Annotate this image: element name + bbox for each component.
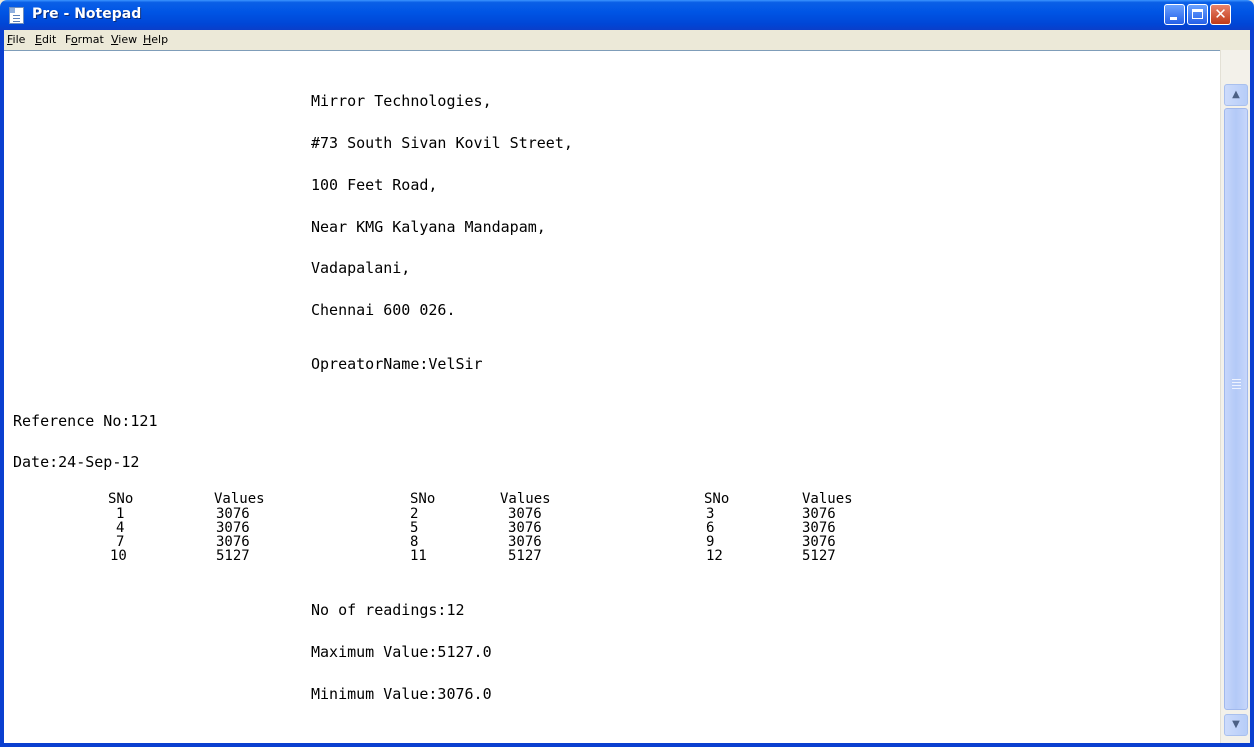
table-cell-sno: 1 bbox=[116, 506, 125, 522]
minimum-value: Minimum Value:3076.0 bbox=[311, 685, 492, 703]
menu-bar: File Edit Format View Help bbox=[4, 30, 1250, 50]
table-cell-sno: 4 bbox=[116, 520, 125, 536]
maximum-value: Maximum Value:5127.0 bbox=[311, 643, 492, 661]
table-cell-value: 5127 bbox=[508, 548, 542, 564]
window-title: Pre - Notepad bbox=[32, 6, 142, 22]
table-cell-sno: 6 bbox=[706, 520, 715, 536]
maximize-button[interactable] bbox=[1187, 4, 1208, 25]
table-cell-value: 5127 bbox=[802, 548, 836, 564]
text-editor[interactable]: Mirror Technologies, #73 South Sivan Kov… bbox=[4, 50, 1220, 743]
table-cell-sno: 10 bbox=[110, 548, 127, 564]
scrollbar-thumb[interactable] bbox=[1224, 108, 1248, 710]
reference-number: Reference No:121 bbox=[13, 412, 158, 430]
table-cell-sno: 12 bbox=[706, 548, 723, 564]
table-header-values-2: Values bbox=[500, 491, 551, 507]
menu-file[interactable]: File bbox=[7, 33, 25, 46]
table-header-values-1: Values bbox=[214, 491, 265, 507]
address-line-3: 100 Feet Road, bbox=[311, 176, 438, 194]
table-cell-sno: 8 bbox=[410, 534, 419, 550]
table-header-sno-2: SNo bbox=[410, 491, 436, 507]
table-cell-value: 3076 bbox=[802, 520, 836, 536]
title-bar[interactable]: Pre - Notepad ✕ bbox=[0, 0, 1254, 30]
close-icon: ✕ bbox=[1214, 5, 1227, 23]
address-line-6: Chennai 600 026. bbox=[311, 301, 456, 319]
table-cell-value: 3076 bbox=[508, 534, 542, 550]
thumb-grip bbox=[1232, 382, 1241, 383]
operator-name: OpreatorName:VelSir bbox=[311, 355, 483, 373]
table-cell-sno: 7 bbox=[116, 534, 125, 550]
scroll-up-button[interactable]: ▲ bbox=[1224, 84, 1248, 106]
address-line-2: #73 South Sivan Kovil Street, bbox=[311, 134, 573, 152]
table-header-sno-1: SNo bbox=[108, 491, 134, 507]
close-button[interactable]: ✕ bbox=[1210, 4, 1231, 25]
table-cell-sno: 3 bbox=[706, 506, 715, 522]
window-frame-bottom bbox=[0, 743, 1254, 747]
table-header-sno-3: SNo bbox=[704, 491, 730, 507]
table-cell-value: 3076 bbox=[802, 506, 836, 522]
minimize-button[interactable] bbox=[1164, 4, 1185, 25]
table-cell-value: 3076 bbox=[802, 534, 836, 550]
thumb-grip bbox=[1232, 388, 1241, 389]
chevron-down-icon: ▼ bbox=[1232, 719, 1240, 730]
vertical-scrollbar[interactable]: ▲ ▼ bbox=[1220, 50, 1250, 743]
menu-format[interactable]: Format bbox=[65, 33, 104, 46]
notepad-app-icon[interactable] bbox=[9, 7, 24, 24]
thumb-grip bbox=[1232, 385, 1241, 386]
maximize-icon bbox=[1192, 9, 1203, 19]
thumb-grip bbox=[1232, 379, 1241, 380]
table-cell-sno: 5 bbox=[410, 520, 419, 536]
menu-view[interactable]: View bbox=[111, 33, 137, 46]
document-date: Date:24-Sep-12 bbox=[13, 453, 140, 471]
table-header-values-3: Values bbox=[802, 491, 853, 507]
address-line-5: Vadapalani, bbox=[311, 259, 411, 277]
window-frame-right bbox=[1250, 30, 1254, 747]
table-cell-value: 3076 bbox=[508, 520, 542, 536]
menu-help[interactable]: Help bbox=[143, 33, 168, 46]
chevron-up-icon: ▲ bbox=[1232, 89, 1240, 100]
table-cell-value: 5127 bbox=[216, 548, 250, 564]
minimize-icon bbox=[1170, 17, 1177, 20]
table-cell-sno: 11 bbox=[410, 548, 427, 564]
table-cell-value: 3076 bbox=[216, 534, 250, 550]
table-cell-sno: 9 bbox=[706, 534, 715, 550]
table-cell-value: 3076 bbox=[508, 506, 542, 522]
menu-edit[interactable]: Edit bbox=[35, 33, 56, 46]
scroll-down-button[interactable]: ▼ bbox=[1224, 714, 1248, 736]
address-line-4: Near KMG Kalyana Mandapam, bbox=[311, 218, 546, 236]
table-cell-value: 3076 bbox=[216, 520, 250, 536]
table-cell-value: 3076 bbox=[216, 506, 250, 522]
table-cell-sno: 2 bbox=[410, 506, 419, 522]
readings-count: No of readings:12 bbox=[311, 601, 465, 619]
address-line-1: Mirror Technologies, bbox=[311, 92, 492, 110]
